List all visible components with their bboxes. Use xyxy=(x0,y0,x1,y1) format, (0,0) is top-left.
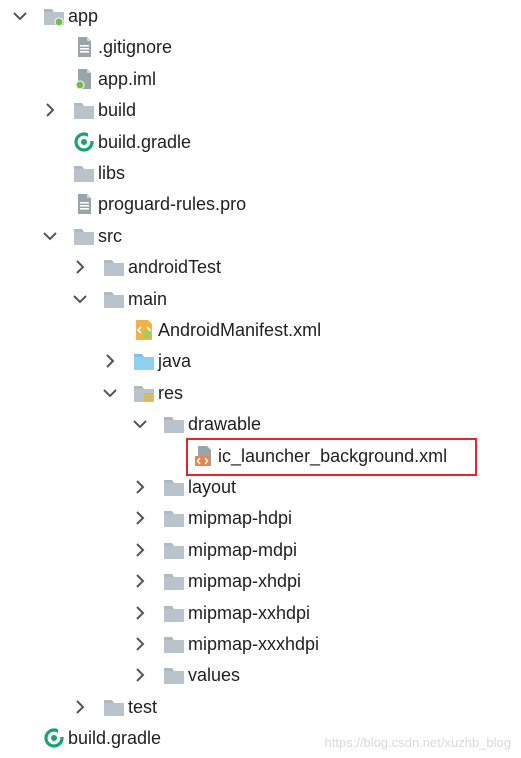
folder-icon xyxy=(162,507,186,529)
tree-node-label: layout xyxy=(188,477,237,497)
chevron-right-icon[interactable] xyxy=(72,699,88,715)
tree-node-libs[interactable]: libs xyxy=(0,158,521,189)
folder-icon xyxy=(72,162,96,184)
tree-node-mipmap-xhdpi[interactable]: mipmap-xhdpi xyxy=(0,566,521,597)
text-file-icon xyxy=(72,36,96,58)
tree-node-label: values xyxy=(188,665,241,686)
highlight-box xyxy=(186,438,477,476)
tree-node-values[interactable]: values xyxy=(0,660,521,691)
tree-node-build[interactable]: build xyxy=(0,95,521,126)
chevron-down-icon[interactable] xyxy=(12,8,28,24)
tree-node-label: mipmap-hdpi xyxy=(188,508,293,529)
tree-node-label: AndroidManifest.xml xyxy=(158,320,322,340)
chevron-right-icon[interactable] xyxy=(102,353,118,369)
folder-icon xyxy=(162,413,186,435)
tree-node-label: mipmap-mdpi xyxy=(188,539,298,560)
chevron-down-icon[interactable] xyxy=(132,416,148,432)
tree-node-label: test xyxy=(128,696,158,717)
resource-folder-icon xyxy=(132,382,156,404)
tree-node-java[interactable]: java xyxy=(0,346,521,377)
android-manifest-icon xyxy=(132,319,156,341)
folder-icon xyxy=(102,256,126,278)
tree-node-label: app xyxy=(68,6,99,26)
tree-node-res[interactable]: res xyxy=(0,378,521,409)
source-folder-icon xyxy=(132,350,156,372)
folder-icon xyxy=(162,633,186,655)
watermark-text: https://blog.csdn.net/xuzhb_blog xyxy=(324,735,511,750)
folder-icon xyxy=(72,99,96,121)
tree-node-app[interactable]: app xyxy=(0,1,521,32)
tree-node-label: androidTest xyxy=(128,257,222,278)
tree-node-gitignore[interactable]: .gitignore xyxy=(0,32,521,63)
text-file-icon xyxy=(72,193,96,215)
tree-node-label: build.gradle xyxy=(68,728,162,749)
folder-icon xyxy=(162,570,186,592)
tree-node-mipmap-mdpi[interactable]: mipmap-mdpi xyxy=(0,535,521,566)
tree-node-mipmap-xxxhdpi[interactable]: mipmap-xxxhdpi xyxy=(0,629,521,660)
tree-node-layout[interactable]: layout xyxy=(0,472,521,503)
chevron-right-icon[interactable] xyxy=(72,259,88,275)
folder-icon xyxy=(162,664,186,686)
module-folder-icon xyxy=(42,5,66,27)
chevron-right-icon[interactable] xyxy=(132,542,148,558)
tree-node-build-gradle[interactable]: build.gradle xyxy=(0,127,521,158)
tree-node-androidmanifest-xml[interactable]: AndroidManifest.xml xyxy=(0,315,521,346)
chevron-down-icon[interactable] xyxy=(42,228,58,244)
folder-icon xyxy=(162,476,186,498)
chevron-right-icon[interactable] xyxy=(132,605,148,621)
folder-icon xyxy=(72,225,96,247)
tree-node-label: drawable xyxy=(188,414,262,435)
chevron-down-icon[interactable] xyxy=(102,385,118,401)
tree-node-app-iml[interactable]: app.iml xyxy=(0,64,521,95)
tree-node-test[interactable]: test xyxy=(0,692,521,723)
tree-node-label: java xyxy=(158,351,192,372)
tree-node-mipmap-xxhdpi[interactable]: mipmap-xxhdpi xyxy=(0,598,521,629)
tree-node-mipmap-hdpi[interactable]: mipmap-hdpi xyxy=(0,503,521,534)
chevron-right-icon[interactable] xyxy=(132,636,148,652)
gradle-icon xyxy=(42,727,66,749)
tree-node-main[interactable]: main xyxy=(0,284,521,315)
tree-node-label: res xyxy=(158,382,184,403)
chevron-right-icon[interactable] xyxy=(132,667,148,683)
chevron-down-icon[interactable] xyxy=(72,291,88,307)
tree-node-androidtest[interactable]: androidTest xyxy=(0,252,521,283)
tree-node-label: build xyxy=(98,100,137,121)
folder-icon xyxy=(102,288,126,310)
tree-node-label: .gitignore xyxy=(98,37,173,58)
chevron-right-icon[interactable] xyxy=(132,573,148,589)
tree-node-src[interactable]: src xyxy=(0,221,521,252)
tree-node-label: build.gradle xyxy=(98,131,192,152)
project-tree: app .gitignore app.iml build build.gradl… xyxy=(0,0,521,758)
tree-node-label: app.iml xyxy=(98,68,157,89)
tree-node-label: proguard-rules.pro xyxy=(98,194,247,215)
tree-node-label: mipmap-xxhdpi xyxy=(188,602,311,623)
tree-node-label: src xyxy=(98,225,122,246)
tree-node-label: main xyxy=(128,288,168,309)
gradle-icon xyxy=(72,131,96,153)
iml-file-icon xyxy=(72,68,96,90)
tree-node-label: mipmap-xxxhdpi xyxy=(188,634,320,654)
chevron-right-icon[interactable] xyxy=(132,479,148,495)
folder-icon xyxy=(102,696,126,718)
chevron-right-icon[interactable] xyxy=(42,102,58,118)
folder-icon xyxy=(162,602,186,624)
chevron-right-icon[interactable] xyxy=(132,510,148,526)
tree-node-label: libs xyxy=(98,163,126,183)
folder-icon xyxy=(162,539,186,561)
tree-node-drawable[interactable]: drawable xyxy=(0,409,521,440)
tree-node-label: mipmap-xhdpi xyxy=(188,571,302,592)
tree-node-proguard-rules-pro[interactable]: proguard-rules.pro xyxy=(0,189,521,220)
